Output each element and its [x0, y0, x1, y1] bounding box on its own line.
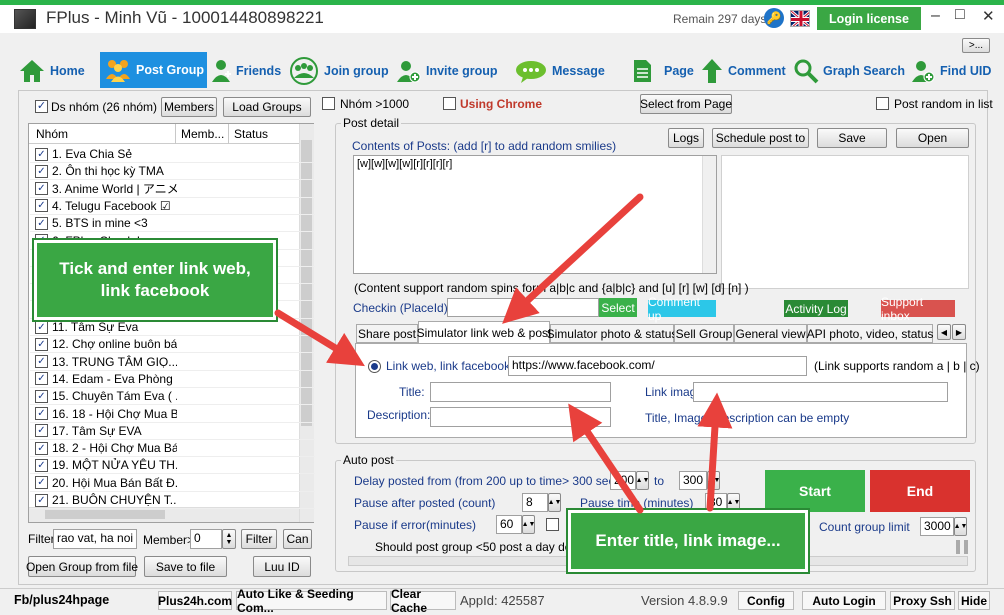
arrow-to-tab [502, 193, 644, 324]
annotation-arrows [274, 193, 733, 514]
status-auto-like[interactable]: Auto Like & Seeding Com... [236, 587, 387, 615]
status-clear-cache[interactable]: Clear Cache [390, 587, 456, 615]
status-appid: AppId: 425587 [460, 593, 545, 608]
status-plus24h[interactable]: Plus24h.com [158, 591, 232, 610]
status-config[interactable]: Config [738, 591, 794, 610]
arrow-to-title [568, 403, 644, 514]
status-version: Version 4.8.9.9 [641, 593, 728, 608]
arrow-to-radio [274, 309, 365, 367]
red-arrow [274, 193, 733, 514]
status-hide[interactable]: Hide [958, 591, 990, 610]
status-proxy-ssh[interactable]: Proxy Ssh [890, 591, 955, 610]
status-auto-login[interactable]: Auto Login [802, 591, 886, 610]
status-fb-link[interactable]: Fb/plus24hpage [14, 593, 109, 607]
arrow-to-link-image [697, 392, 733, 512]
